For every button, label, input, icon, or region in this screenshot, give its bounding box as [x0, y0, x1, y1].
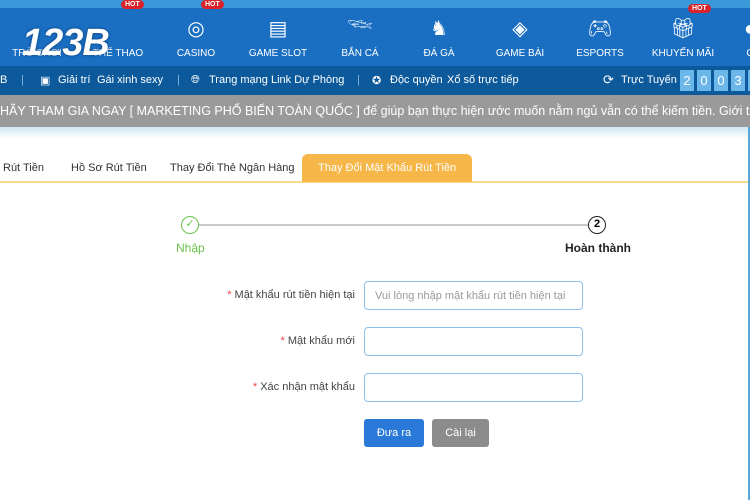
tab-change-bank-card[interactable]: Thay Đổi Thẻ Ngân Hàng: [170, 154, 295, 182]
withdraw-tabs: Rút Tiền Hồ Sơ Rút Tiền Thay Đổi Thẻ Ngâ…: [0, 154, 748, 183]
new-password-input[interactable]: [364, 327, 583, 356]
nav-fishing[interactable]: 𓆝 BẮN CÁ: [315, 8, 405, 66]
nav-casino[interactable]: HOT ◎ CASINO: [151, 0, 241, 66]
divider: |: [21, 74, 24, 86]
subnav-website[interactable]: Trang mạng: [209, 74, 268, 86]
main-nav: TRÒ CHƠI HOT THỂ THAO HOT ◎ CASINO ▤ GAME SL…: [0, 0, 750, 66]
counter-digit: 2: [680, 70, 694, 91]
refresh-icon: ⟳: [603, 72, 614, 87]
hot-badge: HOT: [121, 0, 144, 9]
fish-icon: 𓆝: [347, 18, 373, 40]
confirm-password-label: * Xác nhận mật khẩu: [252, 381, 355, 393]
tv-icon: ▣: [40, 75, 51, 87]
subnav-exclusive-link[interactable]: Xổ số trực tiếp: [447, 74, 519, 86]
check-icon: ✓: [181, 216, 199, 234]
tab-withdraw-history[interactable]: Hồ Sơ Rút Tiền: [71, 154, 147, 182]
nav-esports[interactable]: 🎮︎ ESPORTS: [555, 8, 645, 66]
reset-button[interactable]: Cài lại: [432, 419, 489, 447]
header-gradient: [0, 127, 750, 139]
nav-more[interactable]: ●C: [705, 8, 750, 66]
confirm-password-input[interactable]: [364, 373, 583, 402]
medal-icon: ✪: [372, 75, 382, 87]
gamepad-icon: 🎮︎: [587, 18, 613, 40]
subnav-website-link[interactable]: Link Dự Phòng: [271, 74, 344, 86]
subnav-first[interactable]: B: [0, 74, 7, 86]
slot-machine-icon: ▤: [268, 18, 288, 40]
step-label-complete: Hoàn thành: [565, 241, 631, 255]
hot-badge: HOT: [201, 0, 224, 9]
logo[interactable]: 123B: [22, 22, 110, 65]
step-number-2: 2: [588, 216, 606, 234]
submit-button[interactable]: Đưa ra: [364, 419, 424, 447]
current-password-input[interactable]: [364, 281, 583, 310]
nav-game-slot[interactable]: ▤ GAME SLOT: [233, 8, 323, 66]
current-password-label: * Mật khẩu rút tiền hiện tại: [227, 289, 355, 301]
divider: |: [177, 74, 180, 86]
new-password-label: * Mật khẩu mới: [280, 335, 355, 347]
sub-nav: B | ▣ Giải trí Gái xinh sexy | 🌐︎ Trang …: [0, 66, 750, 95]
casino-chip-icon: ◎: [187, 18, 205, 40]
counter-digit: 3: [731, 70, 745, 91]
step-progress-line: [199, 224, 588, 226]
subnav-entertainment[interactable]: Giải trí: [58, 74, 90, 86]
subnav-entertainment-link[interactable]: Gái xinh sexy: [97, 74, 163, 86]
announcement-marquee: HÃY THAM GIA NGAY [ MARKETING PHỔ BIẾN T…: [0, 95, 750, 127]
counter-digit: 0: [697, 70, 711, 91]
tab-change-withdraw-password[interactable]: Thay Đổi Mật Khẩu Rút Tiền: [302, 154, 473, 182]
counter-digit: 0: [714, 70, 728, 91]
subnav-exclusive[interactable]: Độc quyền: [390, 74, 443, 86]
user-icon: ●: [705, 16, 750, 42]
tab-withdraw[interactable]: Rút Tiền: [3, 154, 44, 182]
divider: |: [357, 74, 360, 86]
globe-icon: 🌐︎: [191, 74, 200, 86]
nav-card-games[interactable]: ◈ GAME BÀI: [475, 8, 565, 66]
top-strip: [0, 0, 750, 8]
rooster-icon: ♞: [430, 18, 448, 40]
step-label-input: Nhập: [176, 241, 205, 255]
online-counter: 2 0 0 3 1: [680, 70, 750, 91]
cards-icon: ◈: [512, 18, 528, 40]
online-label: Trực Tuyến: [621, 74, 677, 86]
nav-cockfight[interactable]: ♞ ĐÁ GÀ: [394, 8, 484, 66]
